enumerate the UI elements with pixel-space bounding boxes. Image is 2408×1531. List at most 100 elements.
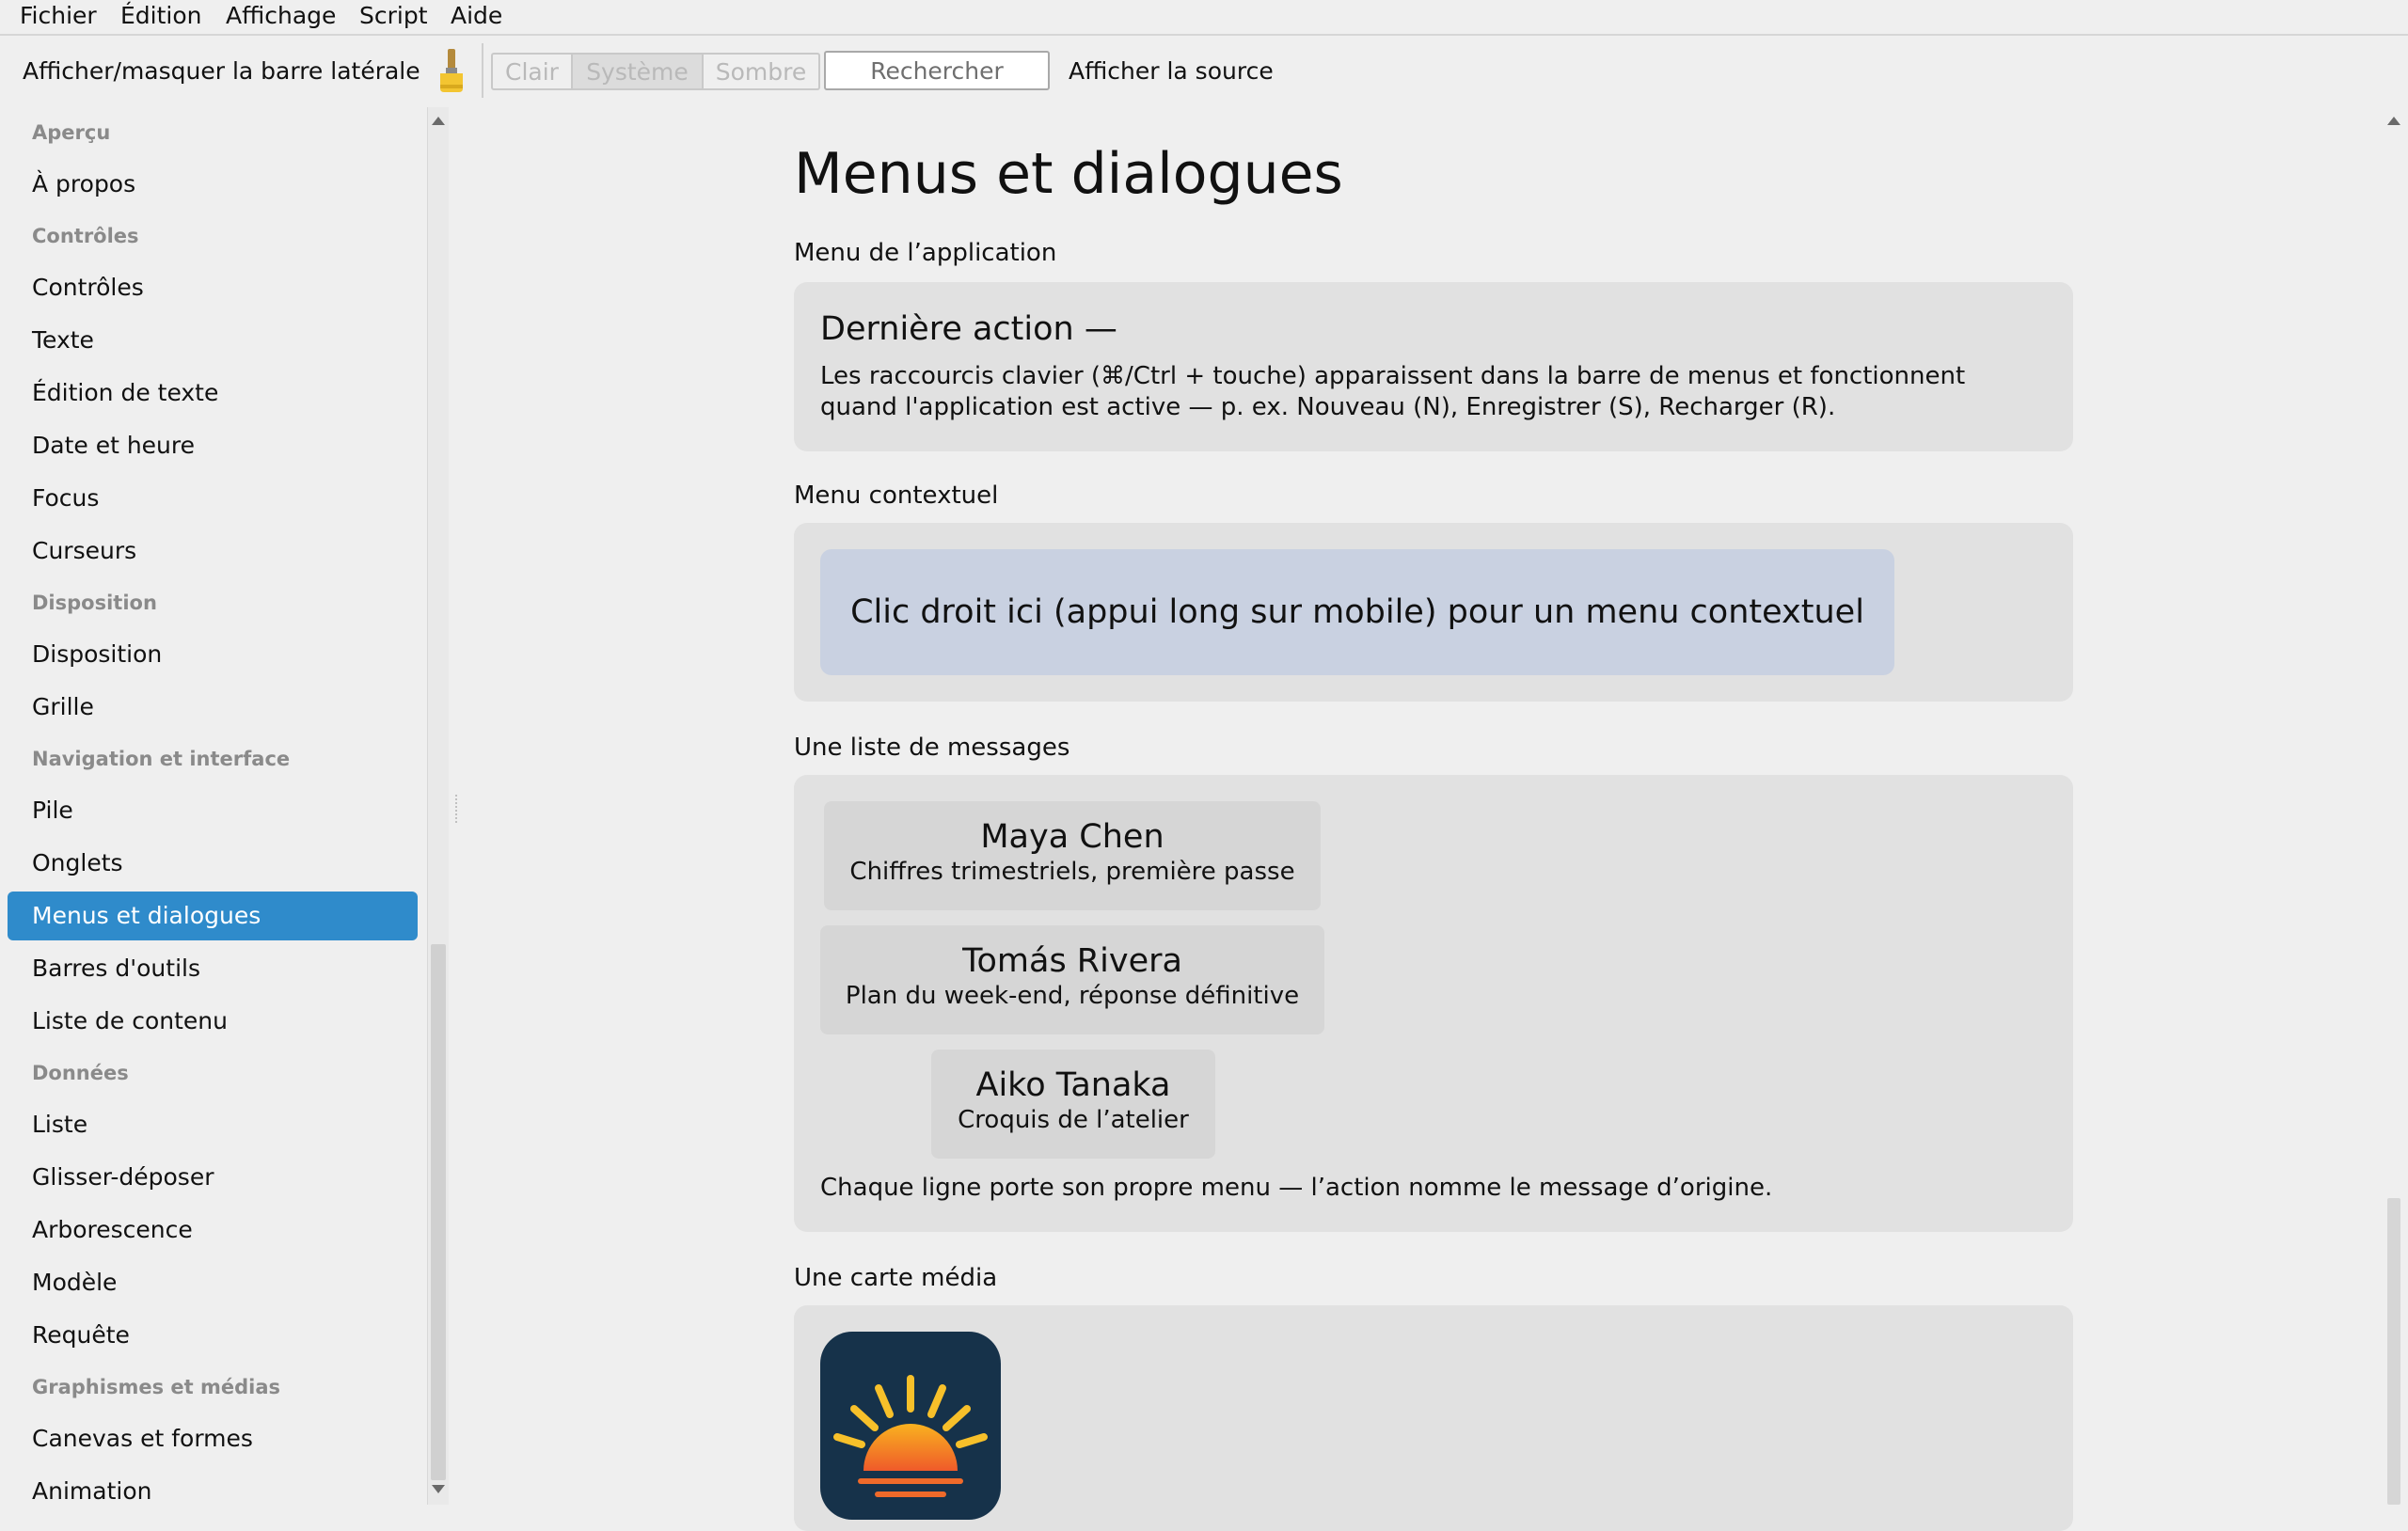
sidebar-item-label: Pile xyxy=(32,797,73,824)
sidebar-item-liste-de-contenu[interactable]: Liste de contenu xyxy=(0,995,427,1048)
view-source-button[interactable]: Afficher la source xyxy=(1069,36,1274,107)
sidebar-item-menus-et-dialogues[interactable]: Menus et dialogues xyxy=(0,890,427,942)
menu-bar: Fichier Édition Affichage Script Aide xyxy=(0,0,2408,36)
last-action-text: Dernière action — xyxy=(820,310,1117,348)
sidebar-item-controles[interactable]: Contrôles xyxy=(0,261,427,314)
sidebar-item-label: Grille xyxy=(32,693,94,720)
shortcut-description: Les raccourcis clavier (⌘/Ctrl + touche)… xyxy=(820,362,1966,421)
message-item-tomas[interactable]: Tomás Rivera Plan du week-end, réponse d… xyxy=(820,925,1324,1034)
sidebar-item-curseurs[interactable]: Curseurs xyxy=(0,525,427,577)
sidebar-item-label: Menus et dialogues xyxy=(32,902,261,929)
theme-light-button[interactable]: Clair xyxy=(491,53,573,90)
sidebar-section-controles: Contrôles xyxy=(0,211,427,261)
sidebar-item-onglets[interactable]: Onglets xyxy=(0,837,427,890)
sidebar-section-donnees: Données xyxy=(0,1048,427,1098)
section-label-media-card: Une carte média xyxy=(794,1264,998,1292)
message-subject: Plan du week-end, réponse définitive xyxy=(845,982,1300,1010)
sidebar-item-date-et-heure[interactable]: Date et heure xyxy=(0,419,427,472)
sidebar-item-label: Onglets xyxy=(32,849,123,876)
sidebar-section-disposition: Disposition xyxy=(0,577,427,628)
message-list-card: Maya Chen Chiffres trimestriels, premièr… xyxy=(794,775,2073,1232)
sidebar-item-label: À propos xyxy=(32,170,136,197)
sidebar-item-edition-de-texte[interactable]: Édition de texte xyxy=(0,367,427,419)
message-subject: Chiffres trimestriels, première passe xyxy=(849,858,1295,886)
sidebar-item-label: Graphismes et médias xyxy=(32,1376,280,1398)
sidebar-item-label: Données xyxy=(32,1062,129,1084)
sunrise-icon[interactable] xyxy=(820,1332,1001,1520)
sidebar-item-focus[interactable]: Focus xyxy=(0,472,427,525)
sidebar-item-label: Barres d'outils xyxy=(32,955,200,982)
scroll-up-arrow-icon[interactable] xyxy=(2387,117,2400,125)
sidebar-item-label: Disposition xyxy=(32,592,157,614)
context-menu-target[interactable]: Clic droit ici (appui long sur mobile) p… xyxy=(820,549,1894,675)
menu-script[interactable]: Script xyxy=(359,0,428,34)
message-subject: Croquis de l’atelier xyxy=(958,1106,1189,1134)
sidebar-item-label: Date et heure xyxy=(32,432,196,459)
sidebar-item-glisser-deposer[interactable]: Glisser-déposer xyxy=(0,1151,427,1204)
menu-edition[interactable]: Édition xyxy=(120,0,202,34)
sidebar-item-label: Disposition xyxy=(32,640,163,668)
section-label-context-menu: Menu contextuel xyxy=(794,481,999,510)
sidebar-item-label: Contrôles xyxy=(32,274,144,301)
theme-dark-button[interactable]: Sombre xyxy=(704,53,820,90)
sidebar-item-animation[interactable]: Animation xyxy=(0,1465,427,1505)
sidebar-item-liste[interactable]: Liste xyxy=(0,1098,427,1151)
message-list-note: Chaque ligne porte son propre menu — l’a… xyxy=(820,1174,1773,1202)
toggle-sidebar-button[interactable]: Afficher/masquer la barre latérale xyxy=(23,36,420,107)
page-title: Menus et dialogues xyxy=(794,141,1343,207)
sidebar-item-canevas-et-formes[interactable]: Canevas et formes xyxy=(0,1413,427,1465)
section-label-app-menu: Menu de l’application xyxy=(794,239,1057,267)
sidebar: Aperçu À propos Contrôles Contrôles Texte Édi… xyxy=(0,107,427,1505)
menu-fichier[interactable]: Fichier xyxy=(20,0,97,34)
context-menu-target-text: Clic droit ici (appui long sur mobile) p… xyxy=(850,593,1864,631)
search-input[interactable] xyxy=(824,51,1050,90)
message-item-maya[interactable]: Maya Chen Chiffres trimestriels, premièr… xyxy=(824,801,1321,910)
sidebar-item-label: Arborescence xyxy=(32,1216,193,1243)
theme-system-button[interactable]: Système xyxy=(573,53,704,90)
sidebar-item-pile[interactable]: Pile xyxy=(0,784,427,837)
toolbar-separator xyxy=(482,43,483,98)
sidebar-section-apercu: Aperçu xyxy=(0,107,427,158)
sidebar-item-label: Canevas et formes xyxy=(32,1425,253,1452)
sidebar-item-label: Contrôles xyxy=(32,225,139,247)
scroll-down-arrow-icon[interactable] xyxy=(432,1485,445,1493)
menu-aide[interactable]: Aide xyxy=(451,0,502,34)
sidebar-item-disposition[interactable]: Disposition xyxy=(0,628,427,681)
sidebar-item-modele[interactable]: Modèle xyxy=(0,1256,427,1309)
main-scrollbar[interactable] xyxy=(2380,107,2408,1505)
sidebar-item-label: Aperçu xyxy=(32,121,111,144)
sidebar-splitter-handle[interactable] xyxy=(455,795,459,823)
sidebar-item-label: Focus xyxy=(32,484,100,512)
sidebar-item-label: Liste de contenu xyxy=(32,1007,228,1034)
toolbar: Afficher/masquer la barre latérale Clair… xyxy=(0,36,2408,107)
scroll-up-arrow-icon[interactable] xyxy=(432,117,445,125)
message-item-aiko[interactable]: Aiko Tanaka Croquis de l’atelier xyxy=(931,1050,1215,1159)
sidebar-scrollbar[interactable] xyxy=(427,107,449,1505)
sidebar-list: Aperçu À propos Contrôles Contrôles Texte Édi… xyxy=(0,107,427,1505)
main-scroll-thumb[interactable] xyxy=(2387,1198,2400,1505)
sidebar-item-label: Requête xyxy=(32,1321,130,1349)
media-card xyxy=(794,1305,2073,1531)
sidebar-item-label: Édition de texte xyxy=(32,379,219,406)
message-sender: Tomás Rivera xyxy=(962,942,1182,980)
app-menu-card: Dernière action — Les raccourcis clavier… xyxy=(794,282,2073,451)
sidebar-scroll-thumb[interactable] xyxy=(431,944,446,1480)
sidebar-item-label: Texte xyxy=(32,326,94,354)
sidebar-item-label: Animation xyxy=(32,1477,152,1505)
message-sender: Maya Chen xyxy=(980,818,1164,856)
sidebar-item-arborescence[interactable]: Arborescence xyxy=(0,1204,427,1256)
sidebar-item-grille[interactable]: Grille xyxy=(0,681,427,734)
section-label-message-list: Une liste de messages xyxy=(794,734,1070,762)
sidebar-item-label: Liste xyxy=(32,1111,88,1138)
sidebar-item-texte[interactable]: Texte xyxy=(0,314,427,367)
paintbrush-icon[interactable] xyxy=(435,47,468,94)
sidebar-item-label: Navigation et interface xyxy=(32,748,291,770)
context-menu-card: Clic droit ici (appui long sur mobile) p… xyxy=(794,523,2073,702)
sidebar-item-label: Glisser-déposer xyxy=(32,1163,214,1191)
menu-affichage[interactable]: Affichage xyxy=(226,0,336,34)
sidebar-item-barres-d-outils[interactable]: Barres d'outils xyxy=(0,942,427,995)
sidebar-item-label: Curseurs xyxy=(32,537,137,564)
sidebar-item-a-propos[interactable]: À propos xyxy=(0,158,427,211)
sidebar-item-requete[interactable]: Requête xyxy=(0,1309,427,1362)
sidebar-item-label: Modèle xyxy=(32,1269,118,1296)
